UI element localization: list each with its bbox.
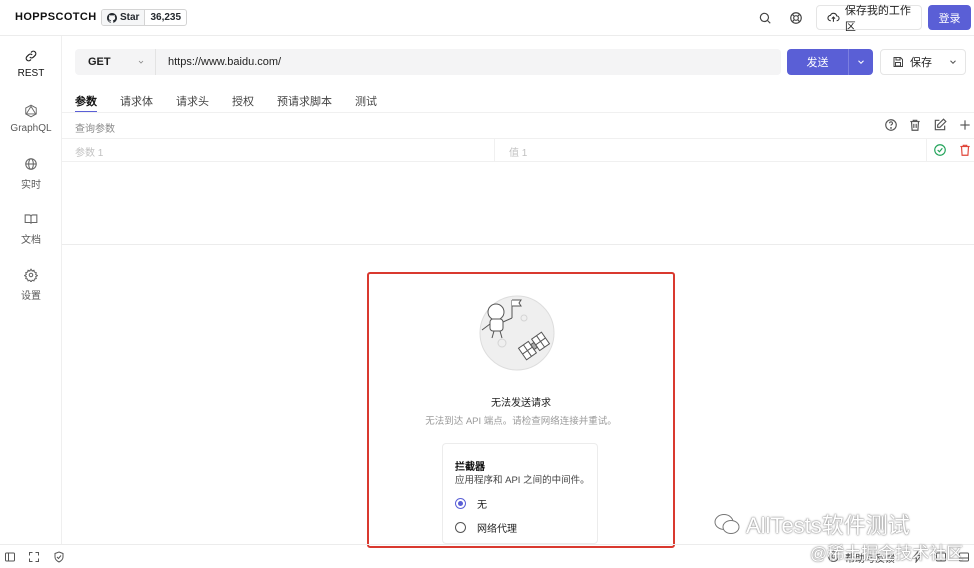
gear-icon bbox=[24, 268, 38, 282]
sidebar-item-label: 设置 bbox=[21, 291, 41, 302]
fullscreen-icon[interactable] bbox=[28, 551, 40, 563]
pane-divider[interactable] bbox=[62, 244, 974, 245]
method-value: GET bbox=[88, 56, 111, 68]
watermark: AllTests软件测试 bbox=[714, 508, 910, 540]
sidebar-item-rest[interactable]: REST bbox=[0, 38, 62, 90]
sidebar-item-graphql[interactable]: GraphQL bbox=[0, 93, 62, 145]
login-button[interactable]: 登录 bbox=[928, 5, 971, 30]
help-circle-icon[interactable] bbox=[884, 118, 900, 134]
send-options-button[interactable] bbox=[849, 57, 873, 67]
github-star-button[interactable]: Star 36,235 bbox=[101, 9, 188, 26]
interceptor-title: 拦截器 bbox=[455, 462, 485, 473]
chevron-down-icon bbox=[138, 60, 144, 64]
shield-icon[interactable] bbox=[53, 551, 65, 563]
option-label: 无 bbox=[477, 500, 487, 511]
link-icon bbox=[25, 50, 37, 62]
tab-pre-request-script[interactable]: 预请求脚本 bbox=[277, 93, 332, 113]
astronaut-satellite-illustration bbox=[472, 288, 572, 374]
help-lifebuoy-icon[interactable] bbox=[784, 6, 808, 30]
error-subtitle: 无法到达 API 端点。请检查网络连接并重试。 bbox=[425, 416, 617, 427]
sidebar-item-settings[interactable]: 设置 bbox=[0, 259, 62, 311]
query-params-label: 查询参数 bbox=[75, 124, 115, 135]
sidebar-toggle-icon[interactable] bbox=[4, 551, 16, 563]
radio-icon[interactable] bbox=[455, 522, 466, 533]
tab-tests[interactable]: 测试 bbox=[355, 93, 377, 113]
add-icon[interactable] bbox=[958, 118, 974, 134]
save-request-button[interactable]: 保存 bbox=[880, 49, 966, 75]
graphql-icon bbox=[25, 104, 37, 118]
save-workspace-label: 保存我的工作区 bbox=[844, 4, 911, 33]
interceptor-description: 应用程序和 API 之间的中间件。 bbox=[455, 475, 590, 486]
column-divider bbox=[494, 139, 495, 161]
method-select[interactable]: GET bbox=[75, 49, 155, 75]
chevron-down-icon bbox=[950, 60, 956, 64]
github-star-count[interactable]: 36,235 bbox=[145, 10, 186, 25]
radio-selected-icon[interactable] bbox=[455, 498, 466, 509]
trash-icon[interactable] bbox=[908, 118, 924, 134]
sidebar-item-label: REST bbox=[17, 68, 45, 79]
wechat-icon bbox=[714, 514, 740, 534]
save-label: 保存 bbox=[910, 57, 932, 69]
delete-row-icon[interactable] bbox=[958, 143, 972, 157]
column-divider bbox=[926, 139, 927, 161]
send-button[interactable]: 发送 bbox=[787, 49, 873, 75]
watermark-text: AllTests软件测试 bbox=[746, 513, 910, 538]
sidebar-item-docs[interactable]: 文档 bbox=[0, 203, 62, 255]
tab-authorization[interactable]: 授权 bbox=[232, 93, 254, 113]
sidebar-item-realtime[interactable]: 实时 bbox=[0, 148, 62, 200]
option-label: 网络代理 bbox=[477, 524, 517, 535]
param-value-input[interactable]: 值 1 bbox=[509, 144, 527, 159]
interceptor-option-none[interactable]: 无 bbox=[455, 496, 487, 511]
param-key-input[interactable]: 参数 1 bbox=[75, 144, 103, 159]
tab-headers[interactable]: 请求头 bbox=[176, 93, 209, 113]
cloud-upload-icon bbox=[827, 12, 840, 22]
book-icon bbox=[24, 214, 38, 224]
tab-body[interactable]: 请求体 bbox=[120, 93, 153, 113]
search-icon[interactable] bbox=[753, 6, 777, 30]
github-icon bbox=[107, 12, 117, 23]
sidebar-item-label: 实时 bbox=[21, 180, 41, 191]
send-label[interactable]: 发送 bbox=[787, 49, 849, 75]
sidebar-item-label: GraphQL bbox=[10, 123, 52, 134]
watermark-subtext: @稀土掘金技术社区 bbox=[810, 544, 964, 563]
edit-icon[interactable] bbox=[933, 118, 949, 134]
url-input[interactable]: https://www.baidu.com/ bbox=[155, 49, 781, 75]
check-circle-icon[interactable] bbox=[933, 143, 947, 157]
sidebar-item-label: 文档 bbox=[21, 235, 41, 246]
interceptor-option-proxy[interactable]: 网络代理 bbox=[455, 520, 517, 535]
chevron-down-icon bbox=[858, 60, 864, 64]
error-title: 无法发送请求 bbox=[491, 398, 551, 409]
tab-params[interactable]: 参数 bbox=[75, 93, 97, 113]
github-star[interactable]: Star bbox=[102, 10, 146, 25]
save-icon bbox=[893, 57, 903, 67]
globe-icon bbox=[25, 158, 37, 170]
github-star-label: Star bbox=[120, 12, 140, 23]
sidebar: REST GraphQL 实时 文档 设置 bbox=[0, 36, 62, 544]
app-logo[interactable]: HOPPSCOTCH bbox=[15, 11, 97, 23]
tabs-divider bbox=[62, 112, 974, 113]
request-tabs: 参数 请求体 请求头 授权 预请求脚本 测试 bbox=[75, 93, 400, 113]
save-workspace-button[interactable]: 保存我的工作区 bbox=[816, 5, 922, 33]
